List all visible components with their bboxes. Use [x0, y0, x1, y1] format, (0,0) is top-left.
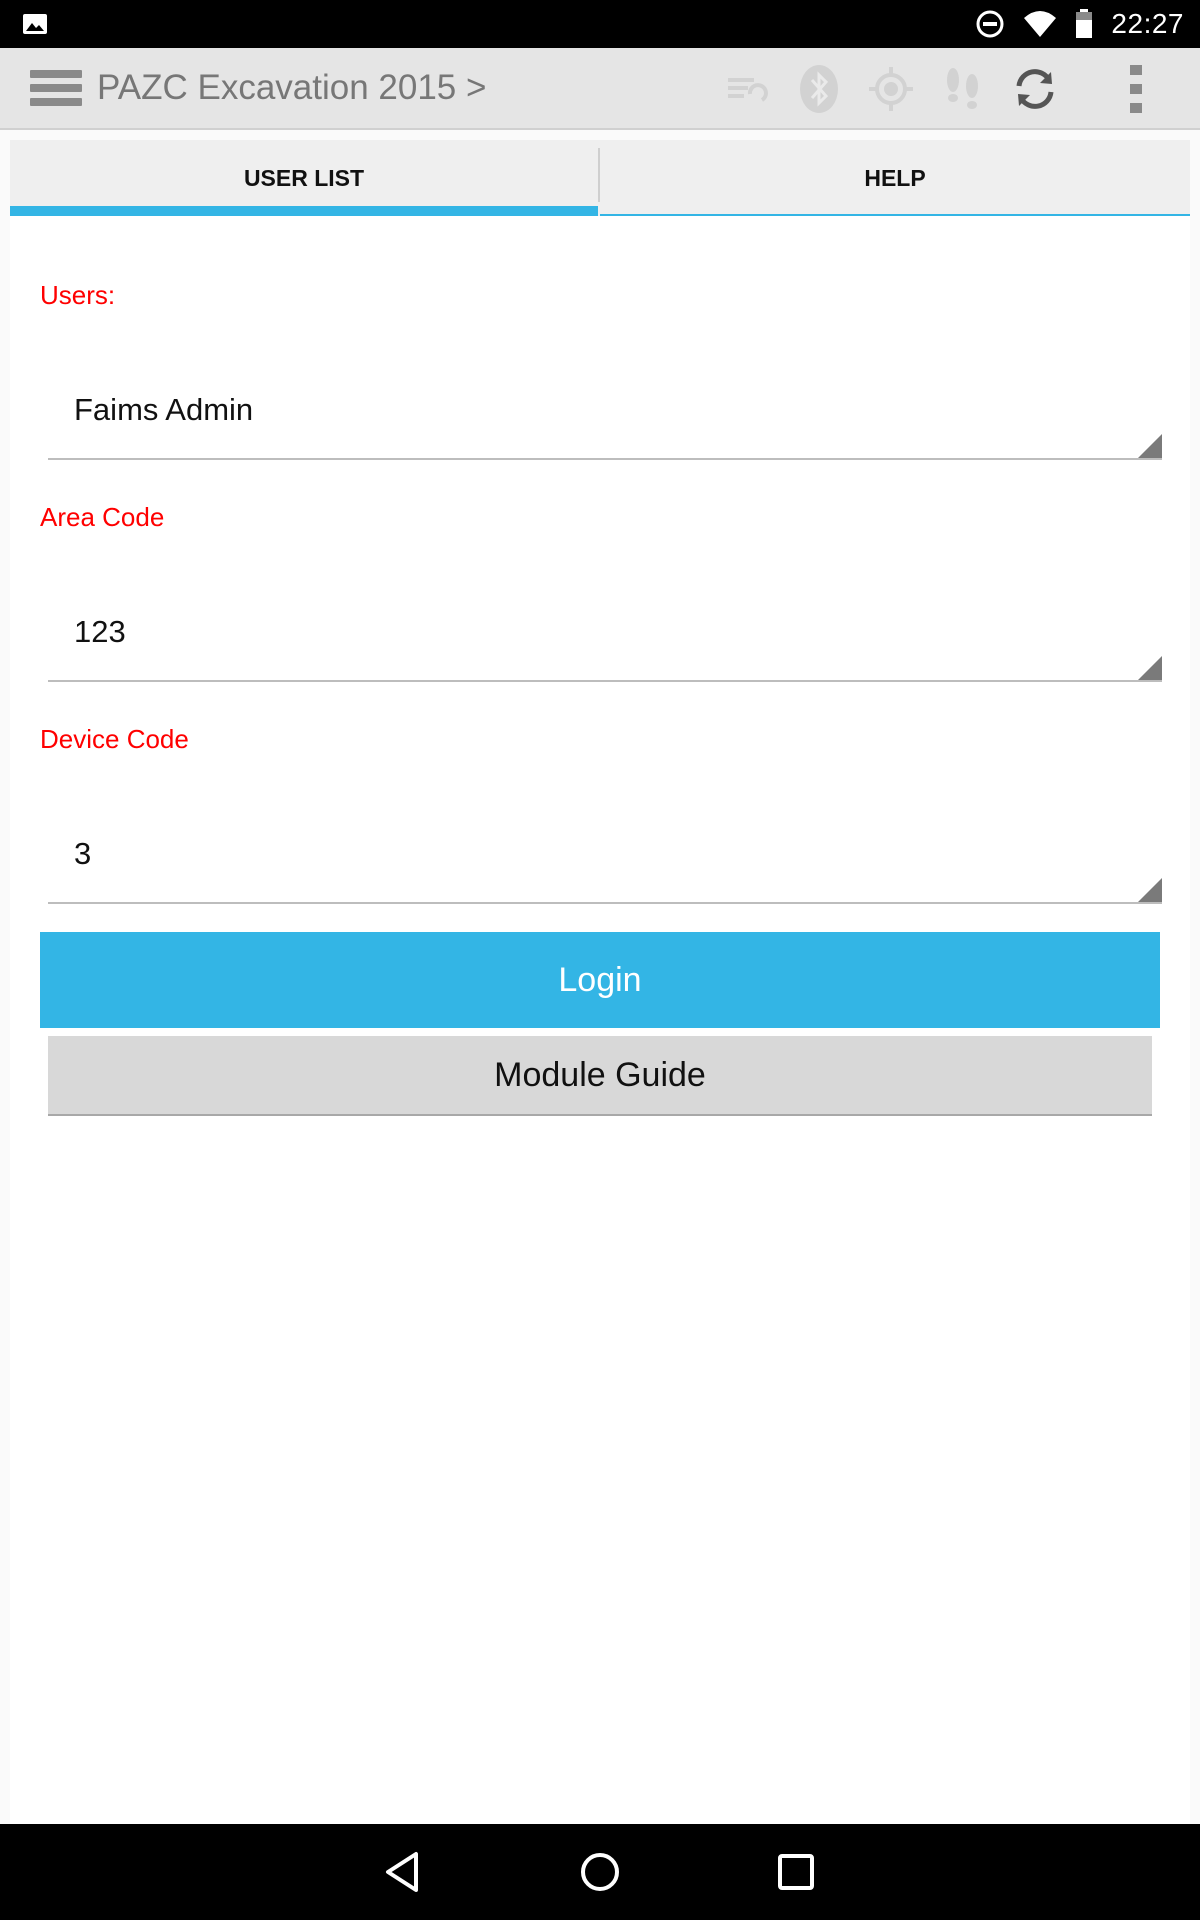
- wifi-icon: [1024, 11, 1057, 37]
- overflow-menu-icon[interactable]: [1111, 64, 1161, 114]
- area-code-label: Area Code: [40, 502, 165, 532]
- users-value: Faims Admin: [74, 392, 254, 427]
- app-title[interactable]: PAZC Excavation 2015 >: [97, 68, 486, 108]
- dropdown-arrow-icon: [1138, 656, 1162, 680]
- status-bar: 22:27: [0, 0, 1200, 48]
- device-code-spinner[interactable]: 3: [48, 828, 1162, 904]
- area-code-value: 123: [74, 614, 126, 649]
- action-bar: PAZC Excavation 2015 >: [0, 48, 1200, 130]
- device-code-label: Device Code: [40, 724, 189, 754]
- dropdown-arrow-icon: [1138, 434, 1162, 458]
- gps-icon[interactable]: [866, 64, 916, 114]
- area-code-spinner[interactable]: 123: [48, 606, 1162, 682]
- login-form: Users: Faims Admin Area Code 123 Device …: [10, 216, 1190, 1824]
- tracking-icon[interactable]: [938, 64, 988, 114]
- bluetooth-icon[interactable]: [794, 64, 844, 114]
- recents-icon[interactable]: [772, 1848, 820, 1896]
- navigation-bar: [0, 1824, 1200, 1920]
- battery-icon: [1076, 9, 1093, 38]
- home-icon[interactable]: [576, 1848, 624, 1896]
- device-code-value: 3: [74, 836, 92, 871]
- sync-icon[interactable]: [1010, 64, 1060, 114]
- dnd-icon: [976, 10, 1004, 38]
- users-label: Users:: [40, 280, 116, 310]
- tab-user-list[interactable]: USER LIST: [10, 140, 598, 216]
- tab-bar: USER LIST HELP: [10, 140, 1190, 216]
- module-guide-button[interactable]: Module Guide: [48, 1036, 1152, 1116]
- dropdown-arrow-icon: [1138, 878, 1162, 902]
- users-spinner[interactable]: Faims Admin: [48, 384, 1162, 460]
- selected-tab-indicator: [10, 206, 598, 216]
- image-icon: [23, 14, 47, 34]
- screen: 22:27 PAZC Excavation 2015 > USER LIST H…: [0, 0, 1200, 1920]
- clock: 22:27: [1111, 8, 1184, 39]
- sync-status-icon[interactable]: [722, 64, 772, 114]
- login-button[interactable]: Login: [40, 932, 1160, 1028]
- back-icon[interactable]: [380, 1848, 428, 1896]
- menu-icon[interactable]: [30, 70, 82, 110]
- tab-help[interactable]: HELP: [600, 140, 1190, 216]
